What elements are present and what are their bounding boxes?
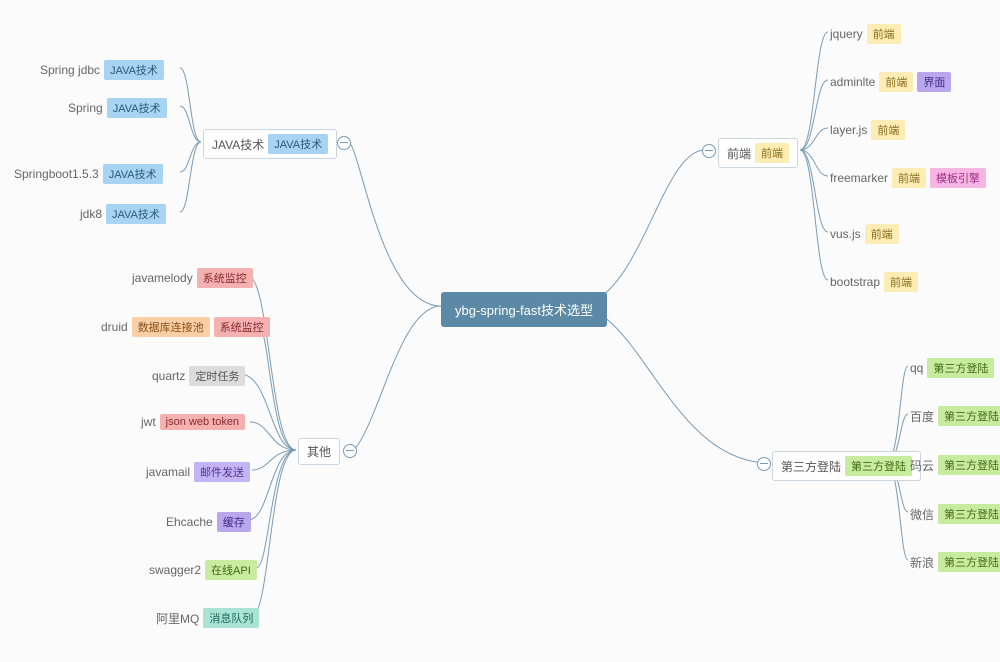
leaf-vusjs[interactable]: vus.js 前端	[830, 224, 899, 244]
leaf-label: 微信	[910, 506, 934, 523]
leaf-tag: 第三方登陆	[938, 406, 1000, 426]
leaf-label: quartz	[152, 369, 185, 383]
leaf-tag: 第三方登陆	[938, 504, 1000, 524]
toggle-thirdparty[interactable]	[757, 457, 771, 471]
leaf-label: javamail	[146, 465, 190, 479]
leaf-quartz[interactable]: quartz 定时任务	[152, 366, 245, 386]
leaf-tag: 界面	[917, 72, 951, 92]
hub-java[interactable]: JAVA技术 JAVA技术	[203, 129, 337, 159]
leaf-tag: JAVA技术	[107, 98, 167, 118]
leaf-tag: 在线API	[205, 560, 257, 580]
leaf-tag: 前端	[892, 168, 926, 188]
leaf-label: 新浪	[910, 554, 934, 571]
hub-frontend-tag: 前端	[755, 143, 789, 163]
leaf-bootstrap[interactable]: bootstrap 前端	[830, 272, 918, 292]
leaf-jquery[interactable]: jquery 前端	[830, 24, 901, 44]
leaf-label: adminlte	[830, 75, 875, 89]
leaf-label: 阿里MQ	[156, 610, 199, 627]
leaf-tag: 前端	[879, 72, 913, 92]
leaf-tag: 前端	[865, 224, 899, 244]
leaf-label: jwt	[141, 415, 156, 429]
toggle-other[interactable]	[343, 444, 357, 458]
leaf-springboot[interactable]: Springboot1.5.3 JAVA技术	[14, 164, 163, 184]
hub-frontend[interactable]: 前端 前端	[718, 138, 798, 168]
leaf-spring-jdbc[interactable]: Spring jdbc JAVA技术	[40, 60, 164, 80]
hub-thirdparty-tag: 第三方登陆	[845, 456, 912, 476]
leaf-label: qq	[910, 361, 923, 375]
leaf-baidu[interactable]: 百度 第三方登陆	[910, 406, 1000, 426]
leaf-label: Spring jdbc	[40, 63, 100, 77]
leaf-tag: 第三方登陆	[938, 455, 1000, 475]
leaf-qq[interactable]: qq 第三方登陆	[910, 358, 994, 378]
leaf-tag: 前端	[867, 24, 901, 44]
leaf-tag: 前端	[871, 120, 905, 140]
leaf-tag: 前端	[884, 272, 918, 292]
leaf-label: Spring	[68, 101, 103, 115]
leaf-label: bootstrap	[830, 275, 880, 289]
leaf-freemarker[interactable]: freemarker 前端 模板引擎	[830, 168, 986, 188]
leaf-spring[interactable]: Spring JAVA技术	[68, 98, 167, 118]
leaf-label: druid	[101, 320, 128, 334]
leaf-label: javamelody	[132, 271, 193, 285]
leaf-tag: 数据库连接池	[132, 317, 210, 337]
leaf-label: Ehcache	[166, 515, 213, 529]
leaf-tag: JAVA技术	[106, 204, 166, 224]
leaf-label: Springboot1.5.3	[14, 167, 99, 181]
hub-thirdparty[interactable]: 第三方登陆 第三方登陆	[772, 451, 921, 481]
leaf-tag: 系统监控	[214, 317, 270, 337]
leaf-sina[interactable]: 新浪 第三方登陆	[910, 552, 1000, 572]
leaf-alimq[interactable]: 阿里MQ 消息队列	[156, 608, 259, 628]
leaf-tag: 第三方登陆	[938, 552, 1000, 572]
leaf-javamail[interactable]: javamail 邮件发送	[146, 462, 250, 482]
center-label: ybg-spring-fast技术选型	[455, 300, 593, 319]
leaf-tag: 第三方登陆	[927, 358, 994, 378]
leaf-tag: 邮件发送	[194, 462, 250, 482]
leaf-javamelody[interactable]: javamelody 系统监控	[132, 268, 253, 288]
leaf-label: swagger2	[149, 563, 201, 577]
hub-thirdparty-label: 第三方登陆	[781, 458, 841, 475]
leaf-label: vus.js	[830, 227, 861, 241]
leaf-label: jquery	[830, 27, 863, 41]
leaf-tag: JAVA技术	[104, 60, 164, 80]
leaf-tag: 定时任务	[189, 366, 245, 386]
leaf-label: 码云	[910, 457, 934, 474]
hub-other[interactable]: 其他	[298, 438, 340, 465]
leaf-tag: 消息队列	[203, 608, 259, 628]
hub-other-label: 其他	[307, 443, 331, 460]
leaf-jdk8[interactable]: jdk8 JAVA技术	[80, 204, 166, 224]
hub-java-tag: JAVA技术	[268, 134, 328, 154]
toggle-java[interactable]	[337, 136, 351, 150]
hub-frontend-label: 前端	[727, 145, 751, 162]
leaf-jwt[interactable]: jwt json web token	[141, 414, 245, 430]
leaf-tag: 模板引擎	[930, 168, 986, 188]
leaf-tag: json web token	[160, 414, 245, 430]
leaf-swagger2[interactable]: swagger2 在线API	[149, 560, 257, 580]
leaf-label: layer.js	[830, 123, 867, 137]
toggle-frontend[interactable]	[702, 144, 716, 158]
leaf-adminlte[interactable]: adminlte 前端 界面	[830, 72, 951, 92]
leaf-weixin[interactable]: 微信 第三方登陆	[910, 504, 1000, 524]
mindmap-canvas: ybg-spring-fast技术选型 JAVA技术 JAVA技术 Spring…	[0, 0, 1000, 662]
hub-java-label: JAVA技术	[212, 136, 264, 153]
leaf-mayun[interactable]: 码云 第三方登陆	[910, 455, 1000, 475]
leaf-tag: JAVA技术	[103, 164, 163, 184]
leaf-label: jdk8	[80, 207, 102, 221]
leaf-ehcache[interactable]: Ehcache 缓存	[166, 512, 251, 532]
leaf-label: freemarker	[830, 171, 888, 185]
leaf-tag: 系统监控	[197, 268, 253, 288]
leaf-druid[interactable]: druid 数据库连接池 系统监控	[101, 317, 270, 337]
leaf-tag: 缓存	[217, 512, 251, 532]
leaf-label: 百度	[910, 408, 934, 425]
center-node[interactable]: ybg-spring-fast技术选型	[441, 292, 607, 327]
leaf-layerjs[interactable]: layer.js 前端	[830, 120, 905, 140]
